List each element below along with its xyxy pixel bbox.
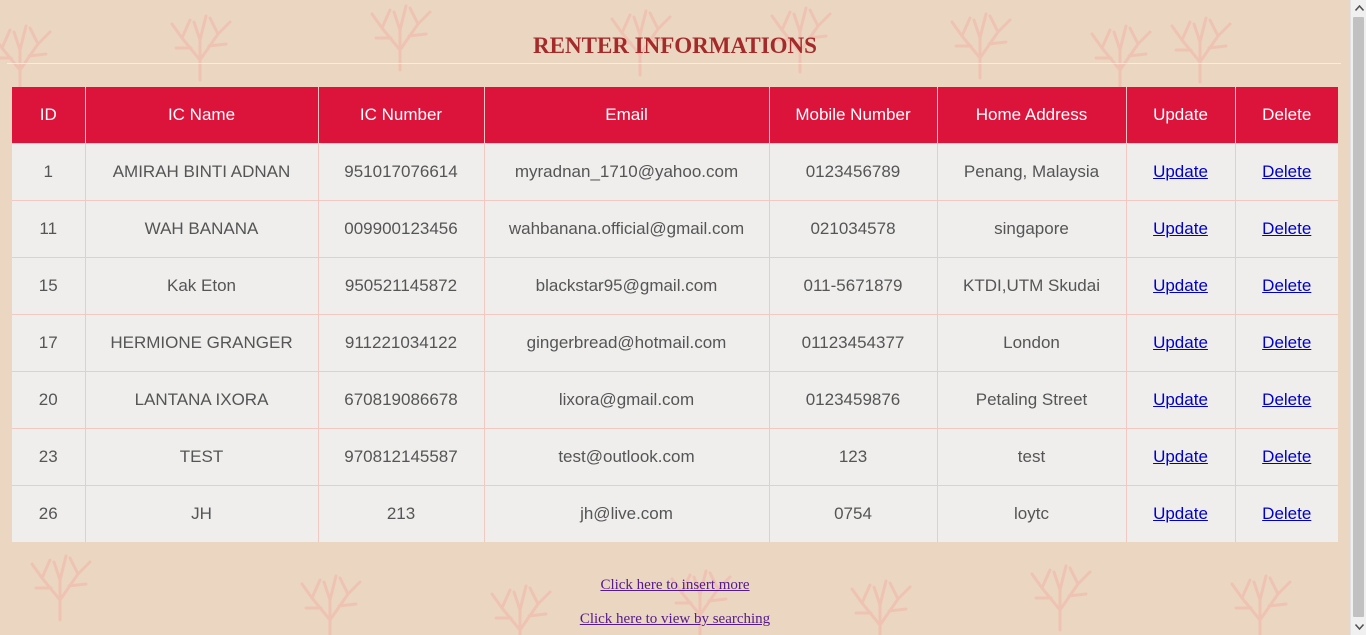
insert-link-container: Click here to insert more bbox=[0, 576, 1350, 594]
cell-id: 23 bbox=[12, 428, 86, 486]
cell-ic-number: 213 bbox=[318, 485, 485, 542]
cell-home-address: loytc bbox=[937, 485, 1127, 542]
cell-update: Update bbox=[1126, 143, 1236, 201]
renter-table: ID IC Name IC Number Email Mobile Number… bbox=[12, 87, 1338, 542]
cell-delete: Delete bbox=[1235, 143, 1338, 201]
insert-more-link[interactable]: Click here to insert more bbox=[600, 577, 749, 593]
cell-email: blackstar95@gmail.com bbox=[484, 257, 770, 315]
cell-update: Update bbox=[1126, 371, 1236, 429]
cell-email: myradnan_1710@yahoo.com bbox=[484, 143, 770, 201]
cell-ic-number: 911221034122 bbox=[318, 314, 485, 372]
delete-link[interactable]: Delete bbox=[1262, 333, 1311, 352]
delete-link[interactable]: Delete bbox=[1262, 162, 1311, 181]
cell-home-address: London bbox=[937, 314, 1127, 372]
cell-delete: Delete bbox=[1235, 371, 1338, 429]
cell-mobile-number: 123 bbox=[769, 428, 938, 486]
table-row: 20 LANTANA IXORA 670819086678 lixora@gma… bbox=[12, 371, 1338, 429]
vertical-scrollbar[interactable] bbox=[1350, 0, 1366, 635]
cell-ic-number: 670819086678 bbox=[318, 371, 485, 429]
table-row: 26 JH 213 jh@live.com 0754 loytc Update … bbox=[12, 485, 1338, 542]
cell-delete: Delete bbox=[1235, 485, 1338, 542]
cell-email: gingerbread@hotmail.com bbox=[484, 314, 770, 372]
cell-update: Update bbox=[1126, 200, 1236, 258]
update-link[interactable]: Update bbox=[1153, 219, 1208, 238]
cell-home-address: Petaling Street bbox=[937, 371, 1127, 429]
table-row: 11 WAH BANANA 009900123456 wahbanana.off… bbox=[12, 200, 1338, 258]
cell-ic-number: 951017076614 bbox=[318, 143, 485, 201]
update-link[interactable]: Update bbox=[1153, 390, 1208, 409]
cell-delete: Delete bbox=[1235, 257, 1338, 315]
cell-home-address: test bbox=[937, 428, 1127, 486]
header-mobile-number: Mobile Number bbox=[769, 87, 938, 144]
cell-id: 20 bbox=[12, 371, 86, 429]
cell-mobile-number: 0754 bbox=[769, 485, 938, 542]
header-ic-number: IC Number bbox=[318, 87, 485, 144]
cell-email: test@outlook.com bbox=[484, 428, 770, 486]
cell-ic-name: HERMIONE GRANGER bbox=[85, 314, 319, 372]
cell-home-address: KTDI,UTM Skudai bbox=[937, 257, 1127, 315]
header-home-address: Home Address bbox=[937, 87, 1127, 144]
cell-id: 26 bbox=[12, 485, 86, 542]
scroll-down-arrow-icon[interactable] bbox=[1351, 619, 1366, 635]
cell-email: lixora@gmail.com bbox=[484, 371, 770, 429]
cell-mobile-number: 011-5671879 bbox=[769, 257, 938, 315]
update-link[interactable]: Update bbox=[1153, 276, 1208, 295]
cell-delete: Delete bbox=[1235, 314, 1338, 372]
cell-email: jh@live.com bbox=[484, 485, 770, 542]
table-row: 15 Kak Eton 950521145872 blackstar95@gma… bbox=[12, 257, 1338, 315]
cell-ic-number: 970812145587 bbox=[318, 428, 485, 486]
cell-ic-name: AMIRAH BINTI ADNAN bbox=[85, 143, 319, 201]
header-update: Update bbox=[1126, 87, 1236, 144]
update-link[interactable]: Update bbox=[1153, 162, 1208, 181]
delete-link[interactable]: Delete bbox=[1262, 390, 1311, 409]
delete-link[interactable]: Delete bbox=[1262, 219, 1311, 238]
cell-ic-name: LANTANA IXORA bbox=[85, 371, 319, 429]
scroll-up-arrow-icon[interactable] bbox=[1351, 0, 1366, 16]
cell-delete: Delete bbox=[1235, 200, 1338, 258]
delete-link[interactable]: Delete bbox=[1262, 447, 1311, 466]
table-row: 17 HERMIONE GRANGER 911221034122 gingerb… bbox=[12, 314, 1338, 372]
cell-id: 17 bbox=[12, 314, 86, 372]
title-divider bbox=[7, 63, 1341, 64]
header-ic-name: IC Name bbox=[85, 87, 319, 144]
delete-link[interactable]: Delete bbox=[1262, 276, 1311, 295]
cell-mobile-number: 0123456789 bbox=[769, 143, 938, 201]
update-link[interactable]: Update bbox=[1153, 333, 1208, 352]
cell-ic-name: Kak Eton bbox=[85, 257, 319, 315]
update-link[interactable]: Update bbox=[1153, 447, 1208, 466]
header-id: ID bbox=[12, 87, 86, 144]
update-link[interactable]: Update bbox=[1153, 504, 1208, 523]
cell-home-address: Penang, Malaysia bbox=[937, 143, 1127, 201]
cell-ic-number: 950521145872 bbox=[318, 257, 485, 315]
cell-mobile-number: 021034578 bbox=[769, 200, 938, 258]
cell-email: wahbanana.official@gmail.com bbox=[484, 200, 770, 258]
cell-mobile-number: 01123454377 bbox=[769, 314, 938, 372]
cell-ic-name: TEST bbox=[85, 428, 319, 486]
delete-link[interactable]: Delete bbox=[1262, 504, 1311, 523]
cell-id: 1 bbox=[12, 143, 86, 201]
cell-update: Update bbox=[1126, 428, 1236, 486]
search-link-container: Click here to view by searching bbox=[0, 610, 1350, 628]
scroll-thumb[interactable] bbox=[1353, 17, 1364, 617]
header-delete: Delete bbox=[1235, 87, 1338, 144]
cell-home-address: singapore bbox=[937, 200, 1127, 258]
cell-delete: Delete bbox=[1235, 428, 1338, 486]
cell-update: Update bbox=[1126, 257, 1236, 315]
view-by-searching-link[interactable]: Click here to view by searching bbox=[580, 611, 770, 627]
table-row: 1 AMIRAH BINTI ADNAN 951017076614 myradn… bbox=[12, 143, 1338, 201]
cell-update: Update bbox=[1126, 485, 1236, 542]
cell-ic-name: JH bbox=[85, 485, 319, 542]
cell-mobile-number: 0123459876 bbox=[769, 371, 938, 429]
table-row: 23 TEST 970812145587 test@outlook.com 12… bbox=[12, 428, 1338, 486]
cell-id: 11 bbox=[12, 200, 86, 258]
cell-ic-name: WAH BANANA bbox=[85, 200, 319, 258]
cell-ic-number: 009900123456 bbox=[318, 200, 485, 258]
table-header-row: ID IC Name IC Number Email Mobile Number… bbox=[12, 87, 1338, 144]
page-title: RENTER INFORMATIONS bbox=[533, 33, 817, 58]
cell-id: 15 bbox=[12, 257, 86, 315]
cell-update: Update bbox=[1126, 314, 1236, 372]
header-email: Email bbox=[484, 87, 770, 144]
page: RENTER INFORMATIONS ID IC Name IC Number… bbox=[0, 0, 1350, 635]
